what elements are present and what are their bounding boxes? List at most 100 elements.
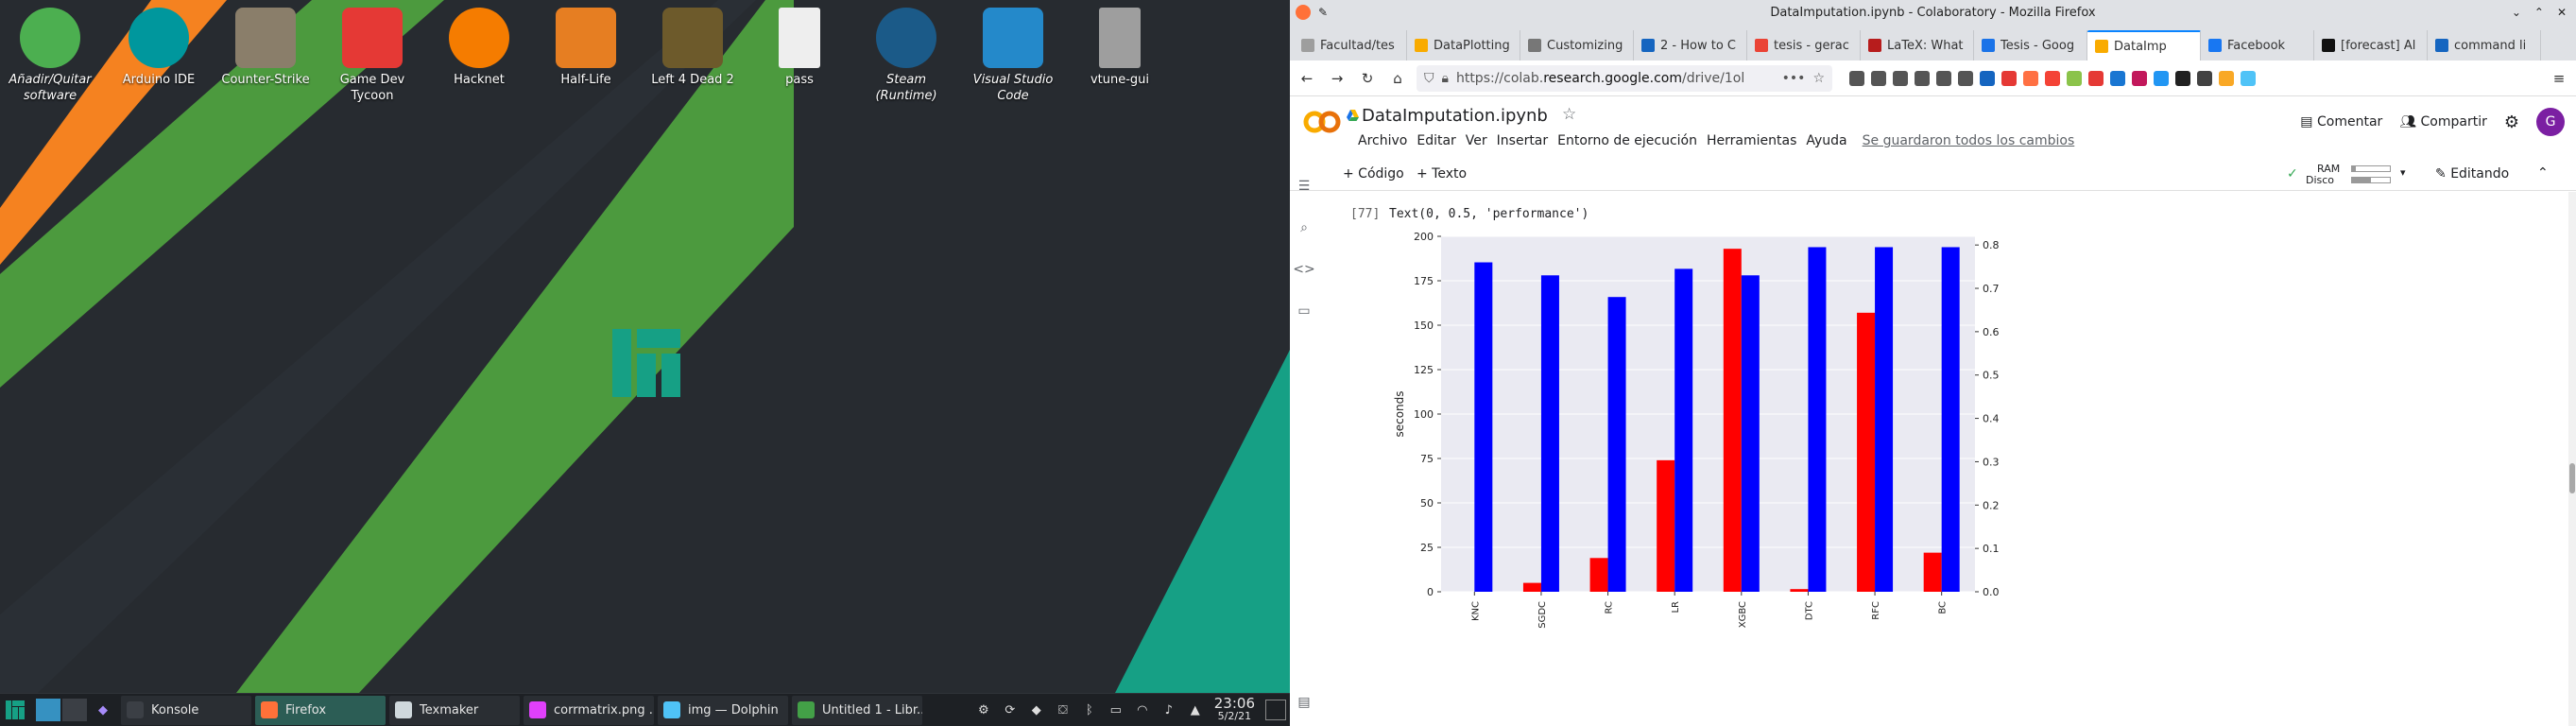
extension-icon[interactable] [2197,70,2212,86]
lock-icon[interactable]: 🔒︎ [1442,71,1449,86]
application-menu-button[interactable] [2,696,30,725]
bluetooth-icon[interactable]: ᛒ [1081,701,1098,718]
extension-icon[interactable] [2088,70,2104,86]
page-scrollbar[interactable] [2568,192,2576,726]
notebook-title[interactable]: DataImputation.ipynb [1362,106,1548,126]
desktop-icon-hacknet[interactable]: Hacknet [427,8,531,88]
vault-icon[interactable]: ⛋ [1055,701,1072,718]
task-texmaker[interactable]: Texmaker [389,695,520,725]
virtual-desktop-2[interactable] [62,699,87,721]
extension-icon[interactable] [2067,70,2082,86]
extension-icon[interactable] [2110,70,2125,86]
task-folder[interactable]: img — Dolphin [658,695,788,725]
pager[interactable] [34,696,89,725]
drive-icon[interactable] [1347,110,1359,121]
browser-tab[interactable]: LaTeX: What [1861,30,1974,60]
extension-icon[interactable] [1915,70,1930,86]
table-of-contents-icon[interactable]: ☰ [1296,178,1313,195]
settings-gear-icon[interactable]: ⚙ [2504,112,2519,132]
add-text-button[interactable]: + Texto [1417,166,1467,182]
extension-icon[interactable] [1958,70,1973,86]
resource-monitor[interactable]: RAM Disco ▾ [2306,163,2429,189]
collapse-header-icon[interactable]: ⌃ [2537,165,2549,181]
activities-button[interactable]: ◆ [93,696,117,725]
extension-icon[interactable] [1871,70,1886,86]
extension-icon[interactable] [2001,70,2017,86]
avatar[interactable]: G [2536,108,2565,136]
browser-tab[interactable]: [forecast] Al [2314,30,2428,60]
task-firefox[interactable]: Firefox [255,695,386,725]
desktop-icon-arduino[interactable]: Arduino IDE [107,8,211,88]
extension-icon[interactable] [2154,70,2169,86]
desktop-icon-unknown-file[interactable]: vtune-gui [1068,8,1172,88]
wifi-icon[interactable]: ◠ [1134,701,1151,718]
extension-icon[interactable] [1849,70,1864,86]
menu-item[interactable]: Ver [1466,133,1487,148]
task-konsole[interactable]: Konsole [121,695,251,725]
browser-tab[interactable]: Customizing [1520,30,1634,60]
shield-icon[interactable]: ⛉ [1424,71,1434,86]
extension-icon[interactable] [2241,70,2256,86]
extension-icon[interactable] [2045,70,2060,86]
menu-item[interactable]: Insertar [1497,133,1549,148]
home-icon[interactable]: ⌂ [1386,67,1409,90]
back-icon[interactable]: ← [1296,67,1318,90]
display-icon[interactable]: ▭ [1108,701,1125,718]
browser-tab[interactable]: tesis - gerac [1747,30,1861,60]
digital-clock[interactable]: 23:06 5/2/21 [1214,697,1255,723]
desktop-icon-counter-strike[interactable]: Counter-Strike [214,8,318,88]
pin-icon[interactable]: ✎ [1318,6,1328,19]
extension-icon[interactable] [2132,70,2147,86]
scrollbar-thumb[interactable] [2569,463,2575,493]
task-libreoffice-calc[interactable]: Untitled 1 - Libr... [792,695,922,725]
reload-icon[interactable]: ↻ [1356,67,1379,90]
menu-item[interactable]: Entorno de ejecución [1557,133,1697,148]
add-code-button[interactable]: + Código [1343,166,1404,182]
minimize-icon[interactable]: ⌄ [2512,6,2521,19]
desktop-icon-add-remove-software[interactable]: Añadir/Quitar software [0,8,102,104]
desktop-icon-left-4-dead-2[interactable]: Left 4 Dead 2 [641,8,745,88]
desktop-icon-vscode[interactable]: Visual Studio Code [961,8,1065,104]
page-actions-icon[interactable]: ••• [1782,71,1806,86]
show-desktop-button[interactable] [1265,700,1286,720]
extension-icon[interactable] [2023,70,2038,86]
resource-dropdown-icon[interactable]: ▾ [2400,166,2406,179]
bookmark-star-icon[interactable]: ☆ [1812,71,1825,86]
extension-icon[interactable] [1936,70,1951,86]
save-status-link[interactable]: Se guardaron todos los cambios [1863,133,2075,148]
colab-logo-icon[interactable] [1303,111,1341,133]
task-image-viewer[interactable]: corrmatrix.png ... [524,695,654,725]
extension-icon[interactable] [1893,70,1908,86]
browser-tab[interactable]: DataPlotting [1407,30,1520,60]
menu-item[interactable]: Herramientas [1707,133,1796,148]
settings-icon[interactable]: ⚙ [975,701,992,718]
star-icon[interactable]: ☆ [1562,105,1576,124]
browser-tab[interactable]: Tesis - Goog [1974,30,2087,60]
browser-tab[interactable]: Facultad/tes [1294,30,1407,60]
desktop-icon-half-life[interactable]: Half-Life [534,8,638,88]
volume-icon[interactable]: ♪ [1160,701,1177,718]
browser-tab[interactable]: command li [2428,30,2541,60]
menu-icon[interactable]: ≡ [2548,67,2570,90]
url-bar[interactable]: ⛉ 🔒︎ https://colab.research.google.com/d… [1417,64,1832,92]
comment-button[interactable]: ▤ Comentar [2300,114,2382,130]
browser-tab[interactable]: Facebook [2201,30,2314,60]
close-icon[interactable]: ✕ [2557,6,2567,19]
desktop-icon-file[interactable]: pass [747,8,851,88]
forward-icon[interactable]: → [1326,67,1348,90]
browser-tab[interactable]: DataImp [2087,30,2201,60]
browser-tab[interactable]: 2 - How to C [1634,30,1747,60]
menu-item[interactable]: Ayuda [1806,133,1846,148]
extension-icon[interactable] [1980,70,1995,86]
update-icon[interactable]: ⟳ [1002,701,1019,718]
virtual-desktop-1[interactable] [36,699,60,721]
extension-icon[interactable] [2219,70,2234,86]
menu-item[interactable]: Archivo [1358,133,1407,148]
maximize-icon[interactable]: ⌃ [2534,6,2544,19]
menu-item[interactable]: Editar [1417,133,1455,148]
editing-mode-button[interactable]: ✎ Editando [2435,166,2509,182]
expand-tray-icon[interactable]: ▲ [1187,701,1204,718]
network-manager-icon[interactable]: ◆ [1028,701,1045,718]
extension-icon[interactable] [2175,70,2190,86]
share-button[interactable]: 👥︎ Compartir [2399,114,2487,130]
